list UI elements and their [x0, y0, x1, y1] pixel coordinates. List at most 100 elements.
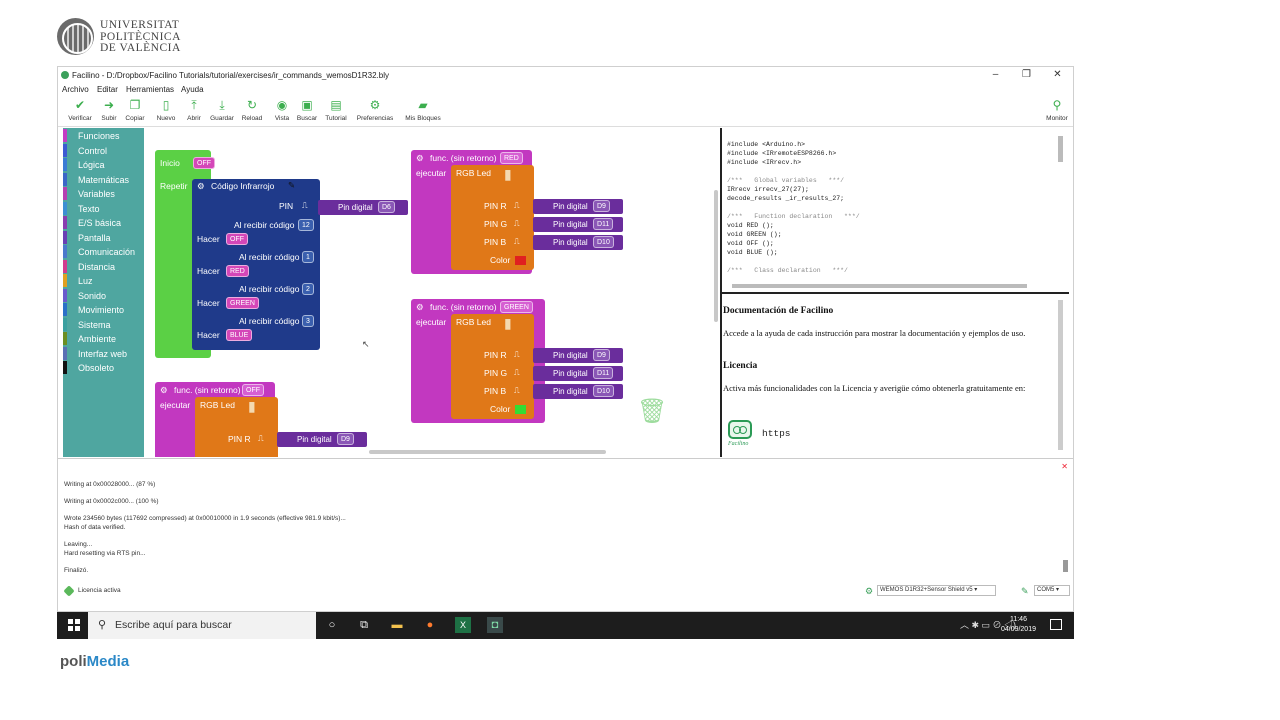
- pin-r-digital[interactable]: Pin digital D9: [277, 432, 367, 447]
- func-settings-icon[interactable]: ⚙: [416, 153, 424, 164]
- console-close-icon[interactable]: ✕: [1061, 462, 1068, 471]
- call-blue-pill[interactable]: BLUE: [226, 329, 253, 341]
- windows-start-icon[interactable]: [68, 619, 80, 631]
- category-pantalla[interactable]: Pantalla: [63, 230, 144, 245]
- minimize-button[interactable]: –: [980, 67, 1011, 84]
- menu-editar[interactable]: Editar: [97, 85, 118, 94]
- pin-b-digital[interactable]: Pin digital D10: [533, 384, 623, 399]
- code-12-value[interactable]: 12: [298, 219, 314, 231]
- board-select[interactable]: WEMOS D1R32+Sensor Shield v5 ▾: [877, 585, 996, 596]
- taskbar-clock[interactable]: 11:46 04/09/2019: [1001, 615, 1036, 635]
- copy-button[interactable]: ❐ Copiar: [120, 97, 150, 123]
- category-control[interactable]: Control: [63, 143, 144, 158]
- save-button[interactable]: ⤓ Guardar: [207, 97, 237, 123]
- call-red-pill[interactable]: RED: [226, 265, 249, 277]
- category-distancia[interactable]: Distancia: [63, 259, 144, 274]
- pin-g-digital[interactable]: Pin digital D11: [533, 217, 623, 232]
- notification-icon[interactable]: [1050, 619, 1062, 630]
- pin-g-dropdown[interactable]: D11: [593, 218, 614, 230]
- func-green-name[interactable]: GREEN: [500, 301, 533, 313]
- func-settings-icon[interactable]: ⚙: [416, 302, 424, 313]
- pin-r-digital[interactable]: Pin digital D9: [533, 199, 623, 214]
- pin-r-dropdown[interactable]: D9: [337, 433, 354, 445]
- color-label: Color: [490, 404, 511, 414]
- workspace-vscrollbar[interactable]: [714, 190, 718, 322]
- pin-g-dropdown[interactable]: D11: [593, 367, 614, 379]
- pin-b-dropdown[interactable]: D10: [593, 236, 614, 248]
- pin-r-digital[interactable]: Pin digital D9: [533, 348, 623, 363]
- category-matematicas[interactable]: Matemáticas: [63, 172, 144, 187]
- pin-b-digital[interactable]: Pin digital D10: [533, 235, 623, 250]
- pulse-icon: ⎍: [514, 386, 520, 395]
- open-button[interactable]: ⤒ Abrir: [179, 97, 209, 123]
- preferences-button[interactable]: ⚙ Preferencias: [356, 97, 394, 123]
- pin-r-dropdown[interactable]: D9: [593, 200, 610, 212]
- excel-icon[interactable]: X: [455, 617, 471, 633]
- facilino-app-icon[interactable]: ◘: [487, 617, 503, 633]
- port-select[interactable]: COM5 ▾: [1034, 585, 1070, 596]
- category-color: [63, 158, 67, 171]
- category-ambiente[interactable]: Ambiente: [63, 332, 144, 346]
- category-movimiento[interactable]: Movimiento: [63, 303, 144, 317]
- func-settings-icon[interactable]: ⚙: [160, 385, 168, 396]
- category-sistema[interactable]: Sistema: [63, 317, 144, 332]
- category-es-basica[interactable]: E/S básica: [63, 216, 144, 230]
- console-scrollbar[interactable]: [1063, 560, 1068, 572]
- category-comunicacion[interactable]: Comunicación: [63, 245, 144, 259]
- pin-b-dropdown[interactable]: D10: [593, 385, 614, 397]
- inicio-call-pill[interactable]: OFF: [193, 157, 215, 169]
- code-3-value[interactable]: 3: [302, 315, 314, 327]
- plug-icon: ✎: [1021, 586, 1029, 596]
- verify-button[interactable]: ✔ Verificar: [65, 97, 95, 123]
- menu-herramientas[interactable]: Herramientas: [126, 85, 174, 94]
- license-link[interactable]: https: [762, 428, 791, 439]
- category-logica[interactable]: Lógica: [63, 158, 144, 172]
- pin-digital-label: Pin digital: [553, 387, 588, 396]
- code-view: #include <Arduino.h> #include <IRremoteE…: [720, 128, 1069, 292]
- reload-button[interactable]: ↻ Reload: [237, 97, 267, 123]
- code-vscrollbar[interactable]: [1058, 136, 1063, 162]
- pin-r-dropdown[interactable]: D9: [593, 349, 610, 361]
- category-variables[interactable]: Variables: [63, 187, 144, 201]
- cortana-icon[interactable]: ○: [324, 617, 340, 633]
- call-off-pill[interactable]: OFF: [226, 233, 248, 245]
- ir-settings-icon[interactable]: ⚙: [197, 181, 205, 192]
- func-off-name[interactable]: OFF: [242, 384, 264, 396]
- menu-ayuda[interactable]: Ayuda: [181, 85, 204, 94]
- taskbar-search[interactable]: ⚲ Escribe aquí para buscar: [88, 612, 316, 639]
- workspace-hscrollbar[interactable]: [369, 450, 606, 454]
- category-label: Matemáticas: [78, 174, 130, 185]
- monitor-button[interactable]: ⚲ Monitor: [1042, 97, 1072, 123]
- ir-pin-digital[interactable]: Pin digital D6: [318, 200, 408, 215]
- trash-icon[interactable]: 🗑: [637, 398, 667, 426]
- color-swatch-red[interactable]: [515, 256, 526, 265]
- close-button[interactable]: ✕: [1042, 67, 1073, 84]
- my-blocks-button[interactable]: ▰ Mis Bloques: [403, 97, 443, 123]
- blocks-workspace[interactable]: Inicio OFF Repetir ⚙ Código Infrarrojo ✎…: [144, 128, 719, 457]
- task-view-icon[interactable]: ⧉: [356, 617, 372, 633]
- firefox-icon[interactable]: ●: [422, 617, 438, 633]
- ir-pin-dropdown[interactable]: D6: [378, 201, 395, 213]
- category-luz[interactable]: Luz: [63, 274, 144, 288]
- category-funciones[interactable]: Funciones: [63, 129, 144, 143]
- code-hscrollbar[interactable]: [732, 284, 1027, 288]
- board-gear-icon[interactable]: ⚙: [865, 586, 873, 597]
- category-texto[interactable]: Texto: [63, 201, 144, 216]
- new-button[interactable]: ▯ Nuevo: [151, 97, 181, 123]
- restore-button[interactable]: ❐: [1011, 67, 1042, 84]
- category-sonido[interactable]: Sonido: [63, 288, 144, 303]
- func-green-prefix: func. (sin retorno): [430, 302, 497, 312]
- menu-archivo[interactable]: Archivo: [62, 85, 89, 94]
- func-red-name[interactable]: RED: [500, 152, 523, 164]
- doc-vscrollbar[interactable]: [1058, 300, 1063, 450]
- color-swatch-green[interactable]: [515, 405, 526, 414]
- code-2-value[interactable]: 2: [302, 283, 314, 295]
- tutorial-button[interactable]: ▤ Tutorial: [321, 97, 351, 123]
- code-1-value[interactable]: 1: [302, 251, 314, 263]
- file-explorer-icon[interactable]: ▬: [389, 617, 405, 633]
- category-obsoleto[interactable]: Obsoleto: [63, 361, 144, 375]
- pin-g-digital[interactable]: Pin digital D11: [533, 366, 623, 381]
- call-green-pill[interactable]: GREEN: [226, 297, 259, 309]
- find-button[interactable]: ▣ Buscar: [292, 97, 322, 123]
- category-interfaz-web[interactable]: Interfaz web: [63, 346, 144, 361]
